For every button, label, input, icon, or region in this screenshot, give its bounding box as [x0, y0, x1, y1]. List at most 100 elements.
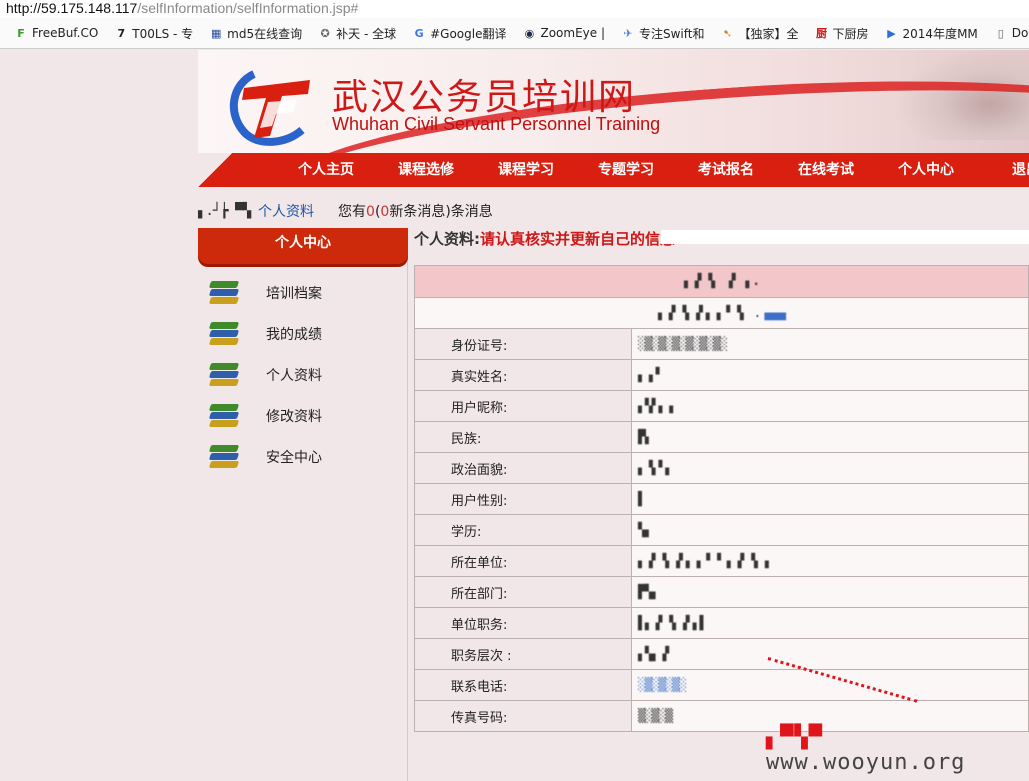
field-value-cell: ▚▖: [631, 514, 1029, 546]
nav-item[interactable]: 专题学习: [576, 153, 676, 187]
field-label: 政治面貌:: [414, 452, 632, 484]
field-label: 民族:: [414, 421, 632, 453]
table-row: 单位职务: ▌▖▗▘▝▖▗▘▖▌: [414, 607, 1029, 639]
nav-item[interactable]: 在线考试: [776, 153, 876, 187]
sidebar-item[interactable]: 安全中心: [198, 436, 407, 477]
field-label: 职务层次 :: [414, 638, 632, 670]
books-icon: [208, 402, 242, 430]
page-title: 个人资料:请认真核实并更新自己的信息: [414, 228, 675, 249]
bookmark-label: md5在线查询: [227, 26, 303, 41]
books-icon: [208, 361, 242, 389]
nav-item[interactable]: 个人主页: [276, 153, 376, 187]
table-row: 民族: ▛▖: [414, 421, 1029, 453]
field-value-cell: ▖▗▘▝▖▗▘▖▗ ▘▝ ▖▗▘▝▖▗: [631, 545, 1029, 577]
page-title-prefix: 个人资料:: [414, 230, 480, 248]
field-value: ▚▖: [638, 522, 653, 538]
kitchen-icon: 厨: [816, 27, 828, 40]
bookmark-item[interactable]: 厨下厨房: [815, 25, 869, 42]
url-path: /selfInformation/selfInformation.jsp#: [137, 0, 359, 16]
field-label: 联系电话:: [414, 669, 632, 701]
wooyun-watermark: ▖▀▚▀ www.wooyun.org: [766, 725, 1029, 775]
bookmark-item[interactable]: ✪ 补天 - 全球: [318, 25, 397, 42]
bookmark-item[interactable]: G #Google翻译: [412, 25, 507, 42]
field-value: ▌▖▗▘▝▖▗▘▖▌: [638, 615, 707, 631]
address-bar[interactable]: http://59.175.148.117/selfInformation/se…: [0, 0, 1029, 18]
bookmark-label: Dor: [1011, 26, 1029, 40]
nav-item[interactable]: 个人中心: [876, 153, 976, 187]
field-value: ▖▚▖▗▘: [638, 646, 673, 662]
bookmark-item[interactable]: ▯ Dor: [994, 26, 1029, 40]
bookmark-item[interactable]: 7 T00LS - 专: [114, 25, 193, 42]
field-label: 所在单位:: [414, 545, 632, 577]
sidebar-item-label: 修改资料: [266, 408, 322, 425]
field-label: 真实姓名:: [414, 359, 632, 391]
document-icon: ▯: [997, 26, 1004, 40]
field-label: 学历:: [414, 514, 632, 546]
bookmark-item[interactable]: ▦ md5在线查询: [209, 25, 302, 42]
page-title-note: 请认真核实并更新自己的信息: [480, 230, 676, 248]
bookmark-label: 【独家】全: [738, 26, 799, 41]
field-label: 用户性别:: [414, 483, 632, 515]
page: 武汉公务员培训网 Whuhan Civil Servant Personnel …: [0, 50, 1029, 781]
nav-item[interactable]: 课程选修: [376, 153, 476, 187]
swift-icon: ✈: [623, 26, 633, 40]
field-value: ▖▗▘▝▖▗▘▖▗ ▘▝ ▖▗▘▝▖▗: [638, 553, 769, 569]
sidebar-item[interactable]: 个人资料: [198, 354, 407, 395]
tools-icon: 7: [117, 26, 126, 40]
bookmark-label: 专注Swift和: [639, 26, 705, 41]
field-value-cell: ▖▚▘▖▗: [631, 390, 1029, 422]
sidebar-item-label: 个人资料: [266, 367, 322, 384]
bookmark-label: 2014年度MM: [902, 26, 978, 41]
sidebar-item-label: 安全中心: [266, 449, 322, 466]
nav-item[interactable]: 考试报名: [676, 153, 776, 187]
field-value: ░▒░▒░▒░▒░▒░▒░: [638, 336, 728, 352]
site-title-en: Whuhan Civil Servant Personnel Training: [332, 114, 661, 134]
message-suffix: 新条消息)条消息: [389, 204, 493, 220]
books-icon: [208, 279, 242, 307]
bookmark-item[interactable]: ◉ ZoomEye |: [522, 26, 605, 40]
bookmark-item[interactable]: ▶ 2014年度MM: [885, 25, 978, 42]
field-value-cell: ░▒░▒░▒░▒░▒░▒░: [631, 328, 1029, 360]
nav-item[interactable]: 课程学习: [476, 153, 576, 187]
breadcrumb-link-profile[interactable]: 个人资料: [258, 201, 314, 221]
field-value-cell: ▌▖▗▘▝▖▗▘▖▌: [631, 607, 1029, 639]
bookmarks-bar: F FreeBuf.CO 7 T00LS - 专 ▦ md5在线查询 ✪ 补天 - 全球 G #G…: [0, 18, 1029, 49]
field-label: 用户昵称:: [414, 390, 632, 422]
main-nav: 个人主页课程选修课程学习专题学习考试报名在线考试个人中心退出: [198, 153, 1029, 187]
sidebar-item[interactable]: 培训档案: [198, 272, 407, 313]
sidebar-item-label: 培训档案: [266, 285, 322, 302]
field-value-cell: ▛▖: [631, 421, 1029, 453]
nav-slant-decoration: [198, 153, 278, 187]
bookmark-item[interactable]: ✈ 专注Swift和: [621, 25, 705, 42]
field-value: ▛▚▖: [638, 584, 660, 600]
table-row: 身份证号: ░▒░▒░▒░▒░▒░▒░: [414, 328, 1029, 360]
nav-item[interactable]: 退出: [976, 153, 1029, 187]
field-value: ▛▖: [638, 429, 653, 445]
field-label: 所在部门:: [414, 576, 632, 608]
field-value: ▖▝▖▘▖: [638, 460, 673, 476]
books-icon: [208, 320, 242, 348]
site-logo-icon: [229, 70, 310, 146]
bookmark-label: FreeBuf.CO: [32, 26, 99, 40]
bookmark-item[interactable]: ➷ 【独家】全: [721, 25, 799, 42]
bookmark-label: 下厨房: [832, 26, 869, 41]
sidebar-item[interactable]: 修改资料: [198, 395, 407, 436]
table-subheader-link[interactable]: ▄▄▄: [765, 306, 787, 321]
sidebar-item[interactable]: 我的成绩: [198, 313, 407, 354]
bookmark-label: 补天 - 全球: [336, 26, 397, 41]
bookmark-item[interactable]: F FreeBuf.CO: [14, 26, 98, 40]
grid-icon: ▦: [210, 26, 222, 40]
freebuf-icon: F: [17, 26, 25, 40]
sidebar-header: 个人中心: [198, 228, 408, 264]
field-value-cell: ▖▚▖▗▘: [631, 638, 1029, 670]
translate-icon: G: [414, 26, 424, 40]
table-row: 学历: ▚▖: [414, 514, 1029, 546]
sidebar: 个人中心 培训档案我的成绩个人资料修改资料安全中心: [198, 228, 408, 781]
table-subheader-cell: ▖▗▘▝▖▗▘▖▗ ▘▝▖ . ▄▄▄: [414, 297, 1029, 329]
new-message-count[interactable]: 0: [380, 204, 389, 220]
field-value: ▖▗▝: [638, 367, 660, 383]
sidebar-item-label: 我的成绩: [266, 326, 322, 343]
field-label: 身份证号:: [414, 328, 632, 360]
field-value-cell: ▌: [631, 483, 1029, 515]
message-count[interactable]: 0: [366, 204, 375, 220]
